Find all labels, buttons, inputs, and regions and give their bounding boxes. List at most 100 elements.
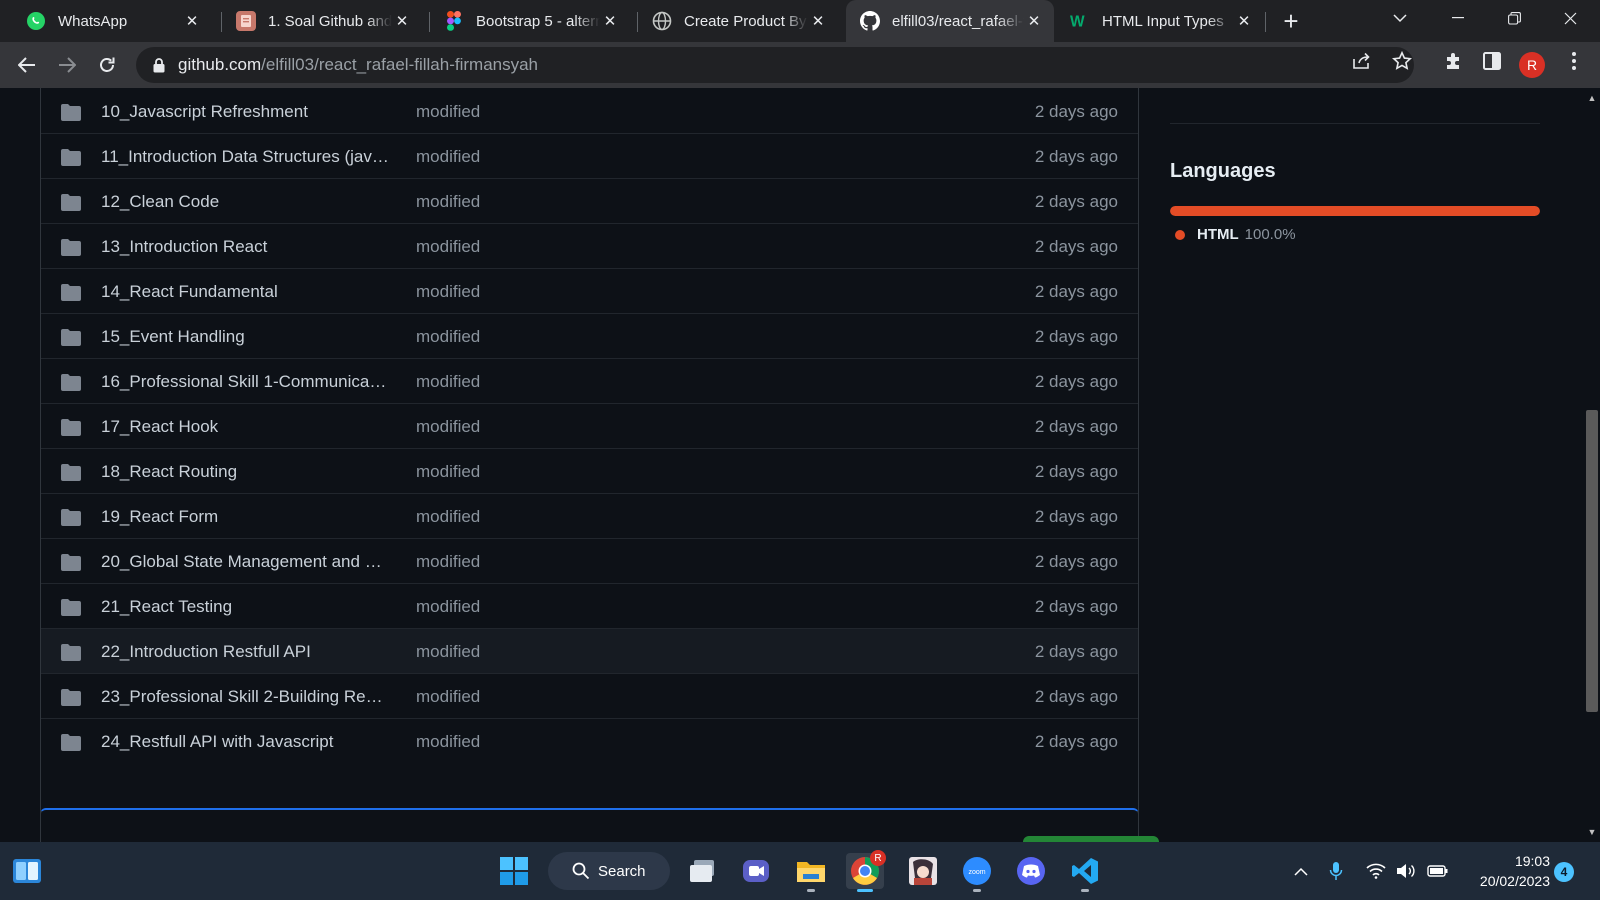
file-row[interactable]: 10_Javascript Refreshment modified 2 days … xyxy=(41,88,1138,134)
reload-button[interactable] xyxy=(91,49,123,81)
close-icon[interactable]: ✕ xyxy=(600,11,620,31)
kebab-menu-icon[interactable] xyxy=(1563,50,1585,72)
windows-start-icon[interactable] xyxy=(495,853,533,889)
file-row[interactable]: 22_Introduction Restfull API modified 2 da… xyxy=(41,628,1138,674)
file-name-link[interactable]: 14_React Fundamental xyxy=(101,282,391,302)
new-tab-button[interactable]: + xyxy=(1276,6,1306,36)
file-row[interactable]: 20_Global State Management and Data modif… xyxy=(41,538,1138,584)
file-name-link[interactable]: 24_Restfull API with Javascript xyxy=(101,732,391,752)
commit-message-link[interactable]: modified xyxy=(416,237,480,257)
language-item-html[interactable]: HTML 100.0% xyxy=(1170,226,1296,243)
commit-message-link[interactable]: modified xyxy=(416,552,480,572)
file-name-link[interactable]: 10_Javascript Refreshment xyxy=(101,102,391,122)
file-name-link[interactable]: 12_Clean Code xyxy=(101,192,391,212)
tab-html-input-types[interactable]: W HTML Input Types ✕ xyxy=(1056,0,1264,42)
file-name-link[interactable]: 17_React Hook xyxy=(101,417,391,437)
close-icon[interactable]: ✕ xyxy=(182,11,202,31)
tab-soal-github[interactable]: 1. Soal Github and Git ✕ xyxy=(222,0,422,42)
battery-icon[interactable] xyxy=(1427,861,1449,881)
commit-message-link[interactable]: modified xyxy=(416,147,480,167)
commit-message-link[interactable]: modified xyxy=(416,372,480,392)
file-name-link[interactable]: 15_Event Handling xyxy=(101,327,391,347)
vscode-icon[interactable] xyxy=(1066,853,1104,892)
file-name-link[interactable]: 11_Introduction Data Structures (javascr… xyxy=(101,147,391,167)
forward-button[interactable] xyxy=(51,49,83,81)
taskbar-search[interactable]: Search xyxy=(548,852,670,890)
close-icon[interactable]: ✕ xyxy=(1234,11,1254,31)
file-row[interactable]: 21_React Testing modified 2 days ago xyxy=(41,583,1138,629)
file-row[interactable]: 11_Introduction Data Structures (javascr… xyxy=(41,133,1138,179)
commit-message-link[interactable]: modified xyxy=(416,507,480,527)
volume-icon[interactable] xyxy=(1395,861,1417,881)
close-icon[interactable]: ✕ xyxy=(392,11,412,31)
close-window-button[interactable] xyxy=(1542,0,1598,36)
task-view-icon[interactable] xyxy=(684,853,722,889)
share-icon[interactable] xyxy=(1351,50,1373,72)
folder-icon xyxy=(61,734,81,751)
file-name-link[interactable]: 13_Introduction React xyxy=(101,237,391,257)
profile-avatar[interactable]: R xyxy=(1519,52,1545,78)
file-row[interactable]: 16_Professional Skill 1-Communication mod… xyxy=(41,358,1138,404)
file-explorer-icon[interactable] xyxy=(792,853,830,892)
file-name-link[interactable]: 18_React Routing xyxy=(101,462,391,482)
discord-icon[interactable] xyxy=(1012,853,1050,889)
file-row[interactable]: 23_Professional Skill 2-Building Resume m… xyxy=(41,673,1138,719)
commit-message-link[interactable]: modified xyxy=(416,102,480,122)
chevron-up-icon[interactable] xyxy=(1290,861,1312,881)
commit-message-link[interactable]: modified xyxy=(416,462,480,482)
microphone-icon[interactable] xyxy=(1325,861,1347,881)
file-row[interactable]: 24_Restfull API with Javascript modified 2… xyxy=(41,718,1138,764)
chrome-icon[interactable]: R xyxy=(846,850,886,892)
zoom-icon[interactable]: zoom xyxy=(958,853,996,892)
page-scrollbar[interactable]: ▲ ▼ xyxy=(1584,88,1600,842)
close-icon[interactable]: ✕ xyxy=(1024,11,1044,31)
commit-message-link[interactable]: modified xyxy=(416,642,480,662)
file-row[interactable]: 12_Clean Code modified 2 days ago xyxy=(41,178,1138,224)
scrollbar-thumb[interactable] xyxy=(1586,410,1598,712)
restore-button[interactable] xyxy=(1486,0,1542,36)
close-icon[interactable]: ✕ xyxy=(808,11,828,31)
back-button[interactable] xyxy=(11,49,43,81)
file-name-link[interactable]: 22_Introduction Restfull API xyxy=(101,642,391,662)
commit-age: 2 days ago xyxy=(1034,236,1118,256)
file-row[interactable]: 15_Event Handling modified 2 days ago xyxy=(41,313,1138,359)
file-name-link[interactable]: 16_Professional Skill 1-Communication xyxy=(101,372,391,392)
scroll-down-arrow-icon[interactable]: ▼ xyxy=(1584,824,1600,840)
commit-message-link[interactable]: modified xyxy=(416,417,480,437)
tab-whatsapp[interactable]: WhatsApp ✕ xyxy=(12,0,212,42)
file-row[interactable]: 17_React Hook modified 2 days ago xyxy=(41,403,1138,449)
tab-bootstrap[interactable]: Bootstrap 5 - alternate ✕ xyxy=(430,0,630,42)
file-name-link[interactable]: 23_Professional Skill 2-Building Resume xyxy=(101,687,391,707)
lock-icon[interactable] xyxy=(150,56,168,74)
extensions-icon[interactable] xyxy=(1442,50,1464,72)
side-panel-icon[interactable] xyxy=(1481,50,1503,72)
system-clock[interactable]: 19:03 20/02/2023 xyxy=(1460,851,1550,891)
commit-message-link[interactable]: modified xyxy=(416,687,480,707)
teams-chat-icon[interactable] xyxy=(737,853,775,889)
tab-search-button[interactable] xyxy=(1372,0,1428,36)
anime-app-icon[interactable] xyxy=(904,853,942,889)
commit-message-link[interactable]: modified xyxy=(416,732,480,752)
commit-message-link[interactable]: modified xyxy=(416,327,480,347)
widgets-icon[interactable] xyxy=(8,853,46,889)
commit-message-link[interactable]: modified xyxy=(416,192,480,212)
file-row[interactable]: 18_React Routing modified 2 days ago xyxy=(41,448,1138,494)
commit-message-link[interactable]: modified xyxy=(416,597,480,617)
file-row[interactable]: 19_React Form modified 2 days ago xyxy=(41,493,1138,539)
tab-github-repo[interactable]: elfill03/react_rafael-fillah ✕ xyxy=(846,0,1054,42)
file-name-link[interactable]: 20_Global State Management and Data xyxy=(101,552,391,572)
address-bar[interactable]: github.com/elfill03/react_rafael-fillah-… xyxy=(136,47,1414,83)
notification-badge[interactable]: 4 xyxy=(1554,862,1574,882)
file-name-link[interactable]: 21_React Testing xyxy=(101,597,391,617)
wifi-icon[interactable] xyxy=(1365,861,1387,881)
file-row[interactable]: 13_Introduction React modified 2 days ago xyxy=(41,223,1138,269)
commit-message-link[interactable]: modified xyxy=(416,282,480,302)
tab-create-product[interactable]: Create Product By:Figma ✕ xyxy=(638,0,838,42)
bookmark-star-icon[interactable] xyxy=(1391,50,1413,72)
file-row[interactable]: 14_React Fundamental modified 2 days ago xyxy=(41,268,1138,314)
minimize-button[interactable] xyxy=(1430,0,1486,36)
chevron-down-icon xyxy=(1393,13,1407,22)
tab-title: HTML Input Types xyxy=(1102,12,1224,30)
file-name-link[interactable]: 19_React Form xyxy=(101,507,391,527)
scroll-up-arrow-icon[interactable]: ▲ xyxy=(1584,90,1600,106)
